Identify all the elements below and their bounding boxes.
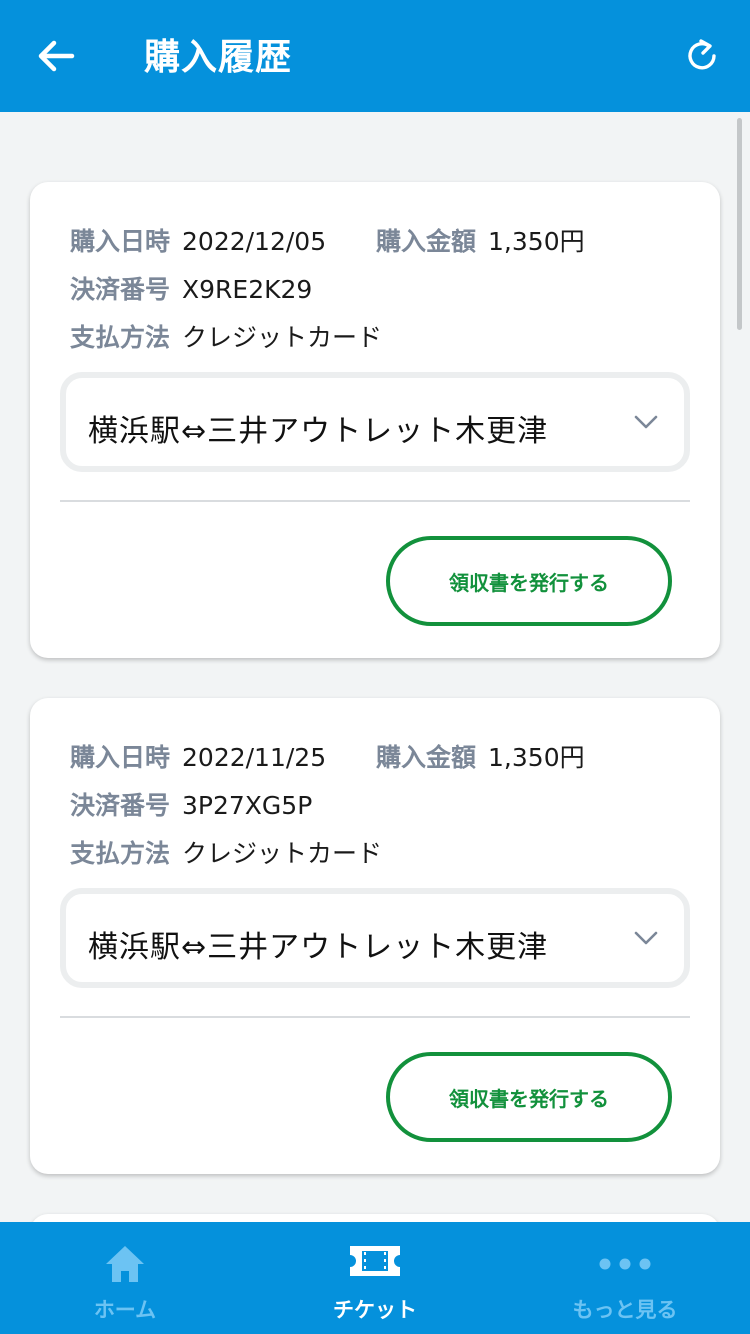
arrow-left-icon — [38, 40, 75, 72]
purchase-card: 購入日時 2022/11/25 購入金額 1,350円 決済番号 3P27XG5… — [30, 698, 720, 1174]
payment-number-row: 決済番号 3P27XG5P — [70, 786, 312, 822]
scrollbar[interactable] — [737, 118, 742, 330]
purchase-date-value: 2022/12/05 — [182, 227, 327, 256]
more-dots-icon — [599, 1258, 651, 1270]
payment-number-value: 3P27XG5P — [182, 791, 313, 820]
nav-label-home: ホーム — [93, 1298, 157, 1322]
payment-number-label: 決済番号 — [70, 275, 171, 304]
route-name: 横浜駅⇔三井アウトレット木更津 — [88, 930, 549, 965]
bottom-nav: ホーム チケット もっと見る — [0, 1222, 750, 1334]
nav-label-more: もっと見る — [572, 1298, 678, 1322]
nav-label-ticket: チケット — [333, 1298, 417, 1322]
chevron-down-icon — [634, 931, 658, 945]
issue-receipt-button[interactable]: 領収書を発行する — [386, 536, 672, 626]
purchase-card: 購入日時 2022/12/05 購入金額 1,350円 決済番号 X9RE2K2… — [30, 182, 720, 658]
divider — [60, 1016, 690, 1018]
refresh-icon — [688, 39, 716, 70]
refresh-button[interactable] — [682, 36, 722, 76]
divider — [60, 500, 690, 502]
payment-method-value: クレジットカード — [182, 839, 383, 868]
app-header: 購入履歴 — [0, 0, 750, 112]
purchase-date-value: 2022/11/25 — [182, 743, 327, 772]
nav-item-ticket[interactable]: チケット — [250, 1222, 500, 1334]
purchase-date-label: 購入日時 — [70, 227, 171, 256]
chevron-down-icon — [634, 415, 658, 429]
purchase-list: 購入日時 2022/12/05 購入金額 1,350円 決済番号 X9RE2K2… — [30, 182, 720, 1214]
payment-method-row: 支払方法 クレジットカード — [70, 834, 382, 870]
home-icon — [106, 1246, 144, 1282]
purchase-amount-label: 購入金額 — [376, 227, 477, 256]
payment-method-label: 支払方法 — [70, 323, 171, 352]
purchase-amount-value: 1,350円 — [488, 743, 585, 772]
payment-method-label: 支払方法 — [70, 839, 171, 868]
purchase-amount-value: 1,350円 — [488, 227, 585, 256]
route-dropdown[interactable]: 横浜駅⇔三井アウトレット木更津 — [60, 372, 690, 472]
purchase-info-row: 購入日時 2022/11/25 購入金額 1,350円 — [70, 738, 585, 774]
payment-number-label: 決済番号 — [70, 791, 171, 820]
payment-number-row: 決済番号 X9RE2K29 — [70, 270, 312, 306]
purchase-date-label: 購入日時 — [70, 743, 171, 772]
route-name: 横浜駅⇔三井アウトレット木更津 — [88, 414, 549, 449]
payment-method-row: 支払方法 クレジットカード — [70, 318, 382, 354]
payment-number-value: X9RE2K29 — [182, 275, 313, 304]
route-dropdown[interactable]: 横浜駅⇔三井アウトレット木更津 — [60, 888, 690, 988]
issue-receipt-button[interactable]: 領収書を発行する — [386, 1052, 672, 1142]
purchase-info-row: 購入日時 2022/12/05 購入金額 1,350円 — [70, 222, 585, 258]
purchase-amount-label: 購入金額 — [376, 743, 477, 772]
page-title: 購入履歴 — [144, 37, 293, 78]
payment-method-value: クレジットカード — [182, 323, 383, 352]
nav-item-more[interactable]: もっと見る — [500, 1222, 750, 1334]
nav-item-home[interactable]: ホーム — [0, 1222, 250, 1334]
ticket-icon — [350, 1246, 400, 1276]
back-button[interactable] — [34, 34, 78, 78]
